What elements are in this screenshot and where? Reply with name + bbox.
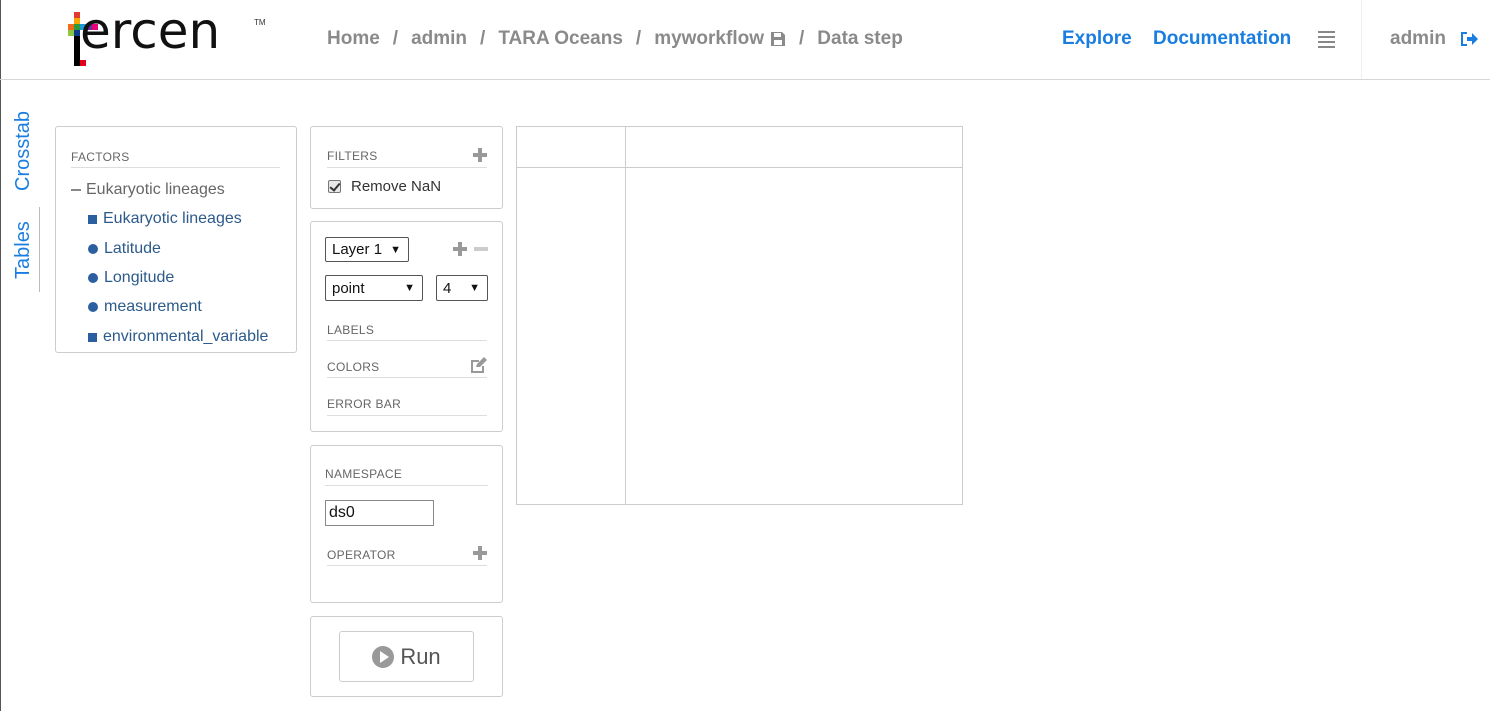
add-filter-plus-icon[interactable] bbox=[473, 148, 487, 162]
logout-icon[interactable] bbox=[1459, 30, 1479, 48]
breadcrumb-separator: / bbox=[480, 28, 486, 49]
breadcrumb-project[interactable]: TARA Oceans bbox=[498, 28, 623, 50]
factor-item[interactable]: Longitude bbox=[88, 269, 174, 287]
dropdown-arrow-icon: ▼ bbox=[404, 282, 415, 294]
header-divider bbox=[1361, 0, 1362, 79]
documentation-link[interactable]: Documentation bbox=[1153, 28, 1291, 50]
edit-colors-icon[interactable] bbox=[469, 357, 487, 374]
factor-item-label: environmental_variable bbox=[103, 328, 269, 345]
breadcrumb-separator: / bbox=[799, 28, 805, 49]
divider bbox=[327, 167, 487, 168]
layer-select[interactable]: Layer 1 ▼ bbox=[325, 237, 409, 262]
factor-group-label: Eukaryotic lineages bbox=[86, 181, 225, 198]
divider bbox=[327, 377, 487, 378]
tercen-logo[interactable]: ercen TM bbox=[66, 2, 276, 70]
labels-title[interactable]: LABELS bbox=[327, 323, 374, 337]
play-icon bbox=[372, 645, 395, 668]
run-button[interactable]: Run bbox=[339, 631, 474, 682]
breadcrumb-home[interactable]: Home bbox=[327, 28, 380, 50]
layer-select-value: Layer 1 bbox=[332, 241, 383, 258]
dropdown-arrow-icon: ▼ bbox=[390, 244, 401, 256]
grid-corner-cell[interactable] bbox=[517, 127, 625, 167]
factor-item-label: Latitude bbox=[104, 240, 161, 257]
factor-item[interactable]: Latitude bbox=[88, 240, 161, 258]
namespace-input[interactable] bbox=[325, 500, 434, 526]
crosstab-grid[interactable] bbox=[516, 126, 963, 505]
breadcrumb-separator: / bbox=[635, 28, 642, 49]
divider bbox=[327, 340, 487, 341]
remove-nan-checkbox[interactable] bbox=[328, 180, 341, 193]
collapse-icon[interactable] bbox=[71, 189, 81, 191]
factors-title: FACTORS bbox=[71, 150, 130, 164]
tab-crosstab[interactable]: Crosstab bbox=[12, 111, 35, 191]
top-header: ercen TM Home / admin / TARA Oceans / my… bbox=[0, 0, 1490, 80]
tab-tables[interactable]: Tables bbox=[12, 221, 35, 279]
size-select-value: 4 bbox=[443, 279, 452, 297]
add-layer-plus-icon[interactable] bbox=[453, 242, 467, 256]
circle-icon bbox=[88, 244, 98, 254]
layer-panel: Layer 1 ▼ point ▼ 4 ▼ LABELS COLORS ERRO… bbox=[310, 221, 503, 432]
factor-item[interactable]: Eukaryotic lineages bbox=[88, 210, 242, 228]
breadcrumb: Home / admin / TARA Oceans / myworkflow … bbox=[327, 28, 903, 50]
divider bbox=[327, 415, 487, 416]
factors-panel: FACTORS Eukaryotic lineages Eukaryotic l… bbox=[55, 126, 297, 353]
menu-icon[interactable] bbox=[1318, 31, 1335, 48]
grid-column-header-zone[interactable] bbox=[626, 127, 962, 167]
factor-item[interactable]: measurement bbox=[88, 298, 202, 316]
run-panel: Run bbox=[310, 616, 503, 697]
divider bbox=[327, 565, 487, 566]
breadcrumb-admin[interactable]: admin bbox=[411, 28, 467, 50]
square-icon bbox=[88, 214, 97, 224]
remove-nan-label: Remove NaN bbox=[351, 178, 442, 195]
factor-item[interactable]: environmental_variable bbox=[88, 328, 268, 346]
factor-group[interactable]: Eukaryotic lineages bbox=[71, 181, 225, 199]
breadcrumb-separator: / bbox=[392, 28, 399, 49]
size-select[interactable]: 4 ▼ bbox=[436, 275, 488, 301]
divider bbox=[71, 167, 280, 168]
factor-item-label: measurement bbox=[104, 298, 202, 315]
square-icon bbox=[88, 332, 97, 342]
error-bar-title[interactable]: ERROR BAR bbox=[327, 397, 401, 411]
colors-title[interactable]: COLORS bbox=[327, 360, 379, 374]
grid-data-zone[interactable] bbox=[626, 168, 962, 504]
save-icon[interactable] bbox=[770, 31, 786, 47]
divider bbox=[325, 485, 488, 486]
operator-title: OPERATOR bbox=[327, 548, 396, 562]
breadcrumb-current-step: Data step bbox=[817, 28, 903, 49]
factor-item-label: Eukaryotic lineages bbox=[103, 210, 242, 227]
dropdown-arrow-icon: ▼ bbox=[469, 282, 480, 294]
filters-panel: FILTERS Remove NaN bbox=[310, 126, 503, 209]
namespace-panel: NAMESPACE OPERATOR bbox=[310, 445, 503, 603]
namespace-title: NAMESPACE bbox=[325, 467, 403, 481]
geom-select-value: point bbox=[332, 279, 365, 297]
run-button-label: Run bbox=[400, 643, 441, 669]
geom-select[interactable]: point ▼ bbox=[325, 275, 423, 301]
logo-trademark: TM bbox=[254, 18, 266, 27]
logo-wordmark: ercen bbox=[80, 2, 221, 60]
factor-item-label: Longitude bbox=[104, 269, 175, 286]
grid-row-header-zone[interactable] bbox=[517, 168, 625, 504]
remove-layer-minus-icon[interactable] bbox=[474, 247, 488, 251]
tab-indicator bbox=[39, 207, 40, 292]
circle-icon bbox=[88, 302, 98, 312]
user-menu[interactable]: admin bbox=[1390, 28, 1446, 50]
window-left-border bbox=[0, 0, 1, 711]
add-operator-plus-icon[interactable] bbox=[473, 546, 487, 560]
breadcrumb-workflow[interactable]: myworkflow bbox=[654, 28, 764, 50]
explore-link[interactable]: Explore bbox=[1062, 28, 1132, 50]
filters-title: FILTERS bbox=[327, 149, 378, 163]
circle-icon bbox=[88, 273, 98, 283]
